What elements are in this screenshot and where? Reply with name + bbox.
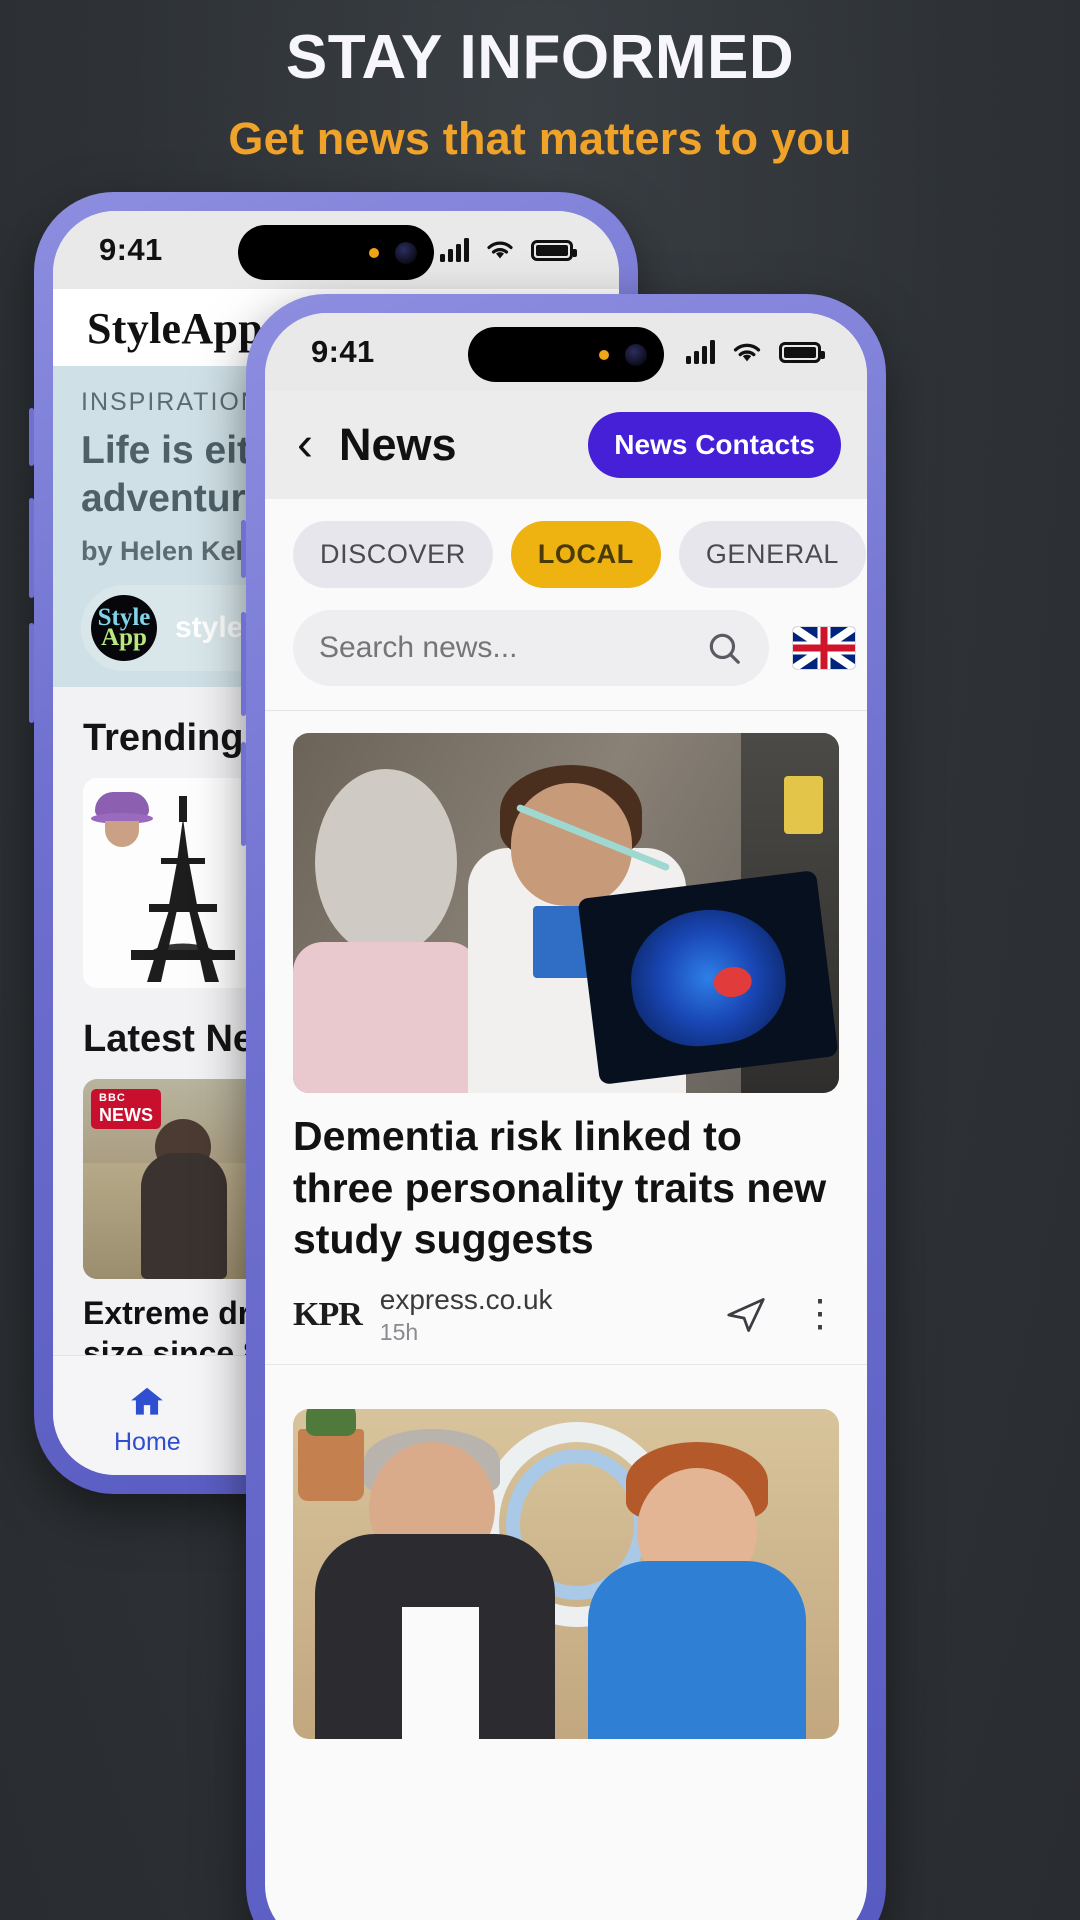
avatar: Style App — [91, 595, 157, 662]
promo-header: STAY INFORMED Get news that matters to y… — [0, 0, 1080, 165]
article-card-2[interactable] — [265, 1365, 867, 1739]
search-icon[interactable] — [705, 629, 743, 667]
article-source: express.co.uk — [379, 1283, 553, 1315]
avatar-line-2: App — [101, 624, 147, 652]
status-indicators — [440, 238, 577, 262]
privacy-indicator-icon — [599, 349, 609, 360]
status-indicators — [686, 340, 825, 365]
bbc-badge-top: BBC — [99, 1092, 126, 1105]
front-status-bar: 9:41 — [265, 313, 867, 391]
battery-full-icon — [779, 341, 825, 363]
chip-general[interactable]: GENERAL — [678, 521, 867, 588]
cellular-bars-icon — [686, 340, 715, 364]
article-title: Dementia risk linked to three personalit… — [293, 1113, 827, 1263]
chevron-left-icon[interactable]: ‹ — [297, 420, 313, 468]
dynamic-island — [468, 327, 664, 382]
tab-home-label: Home — [113, 1428, 181, 1456]
article-actions: ⋮ — [725, 1295, 839, 1334]
dynamic-island — [238, 225, 434, 280]
status-time: 9:41 — [99, 232, 163, 267]
news-nav-bar: ‹ News News Contacts — [265, 391, 867, 499]
cellular-bars-icon — [440, 238, 469, 262]
privacy-indicator-icon — [369, 247, 379, 258]
publisher-logo: KPR — [293, 1295, 363, 1333]
front-phone-mockup: 9:41 ‹ News News Contacts DISCOVER LOCAL… — [241, 294, 886, 1920]
more-vertical-icon[interactable]: ⋮ — [801, 1295, 839, 1333]
uk-flag-icon — [793, 627, 855, 669]
masterchef-hosts-image — [293, 1408, 839, 1739]
article-time: 15h — [379, 1318, 419, 1345]
back-status-bar: 9:41 — [53, 211, 619, 289]
article-card-1[interactable]: Dementia risk linked to three personalit… — [265, 711, 867, 1364]
page-title: STAY INFORMED — [285, 23, 795, 92]
chip-local[interactable]: LOCAL — [510, 521, 661, 588]
nav-title: News — [338, 419, 457, 470]
wifi-icon — [733, 343, 761, 361]
send-icon[interactable] — [725, 1296, 767, 1334]
battery-full-icon — [531, 239, 577, 261]
home-icon — [53, 1380, 242, 1424]
front-camera-icon — [395, 241, 417, 264]
doctor-brain-scan-image — [293, 733, 839, 1093]
front-phone-screen: 9:41 ‹ News News Contacts DISCOVER LOCAL… — [265, 313, 867, 1920]
bbc-news-logo: BBC NEWS — [91, 1089, 161, 1130]
wifi-icon — [487, 241, 513, 259]
page-subtitle: Get news that matters to you — [228, 113, 852, 165]
region-selector[interactable]: GB — [793, 627, 867, 669]
search-input-wrapper[interactable] — [293, 610, 769, 686]
tab-home[interactable]: Home — [53, 1380, 242, 1457]
front-camera-icon — [625, 343, 647, 366]
search-row: GB — [265, 604, 867, 706]
publisher-info: express.co.uk 15h — [380, 1284, 553, 1346]
search-input[interactable] — [319, 631, 705, 665]
news-contacts-button[interactable]: News Contacts — [588, 412, 841, 478]
category-chips[interactable]: DISCOVER LOCAL GENERAL POLITICS — [265, 499, 867, 604]
article-footer: KPR express.co.uk 15h ⋮ — [293, 1284, 839, 1364]
chip-discover[interactable]: DISCOVER — [293, 521, 493, 588]
bbc-badge-bottom: NEWS — [99, 1105, 153, 1126]
status-time: 9:41 — [311, 334, 375, 369]
